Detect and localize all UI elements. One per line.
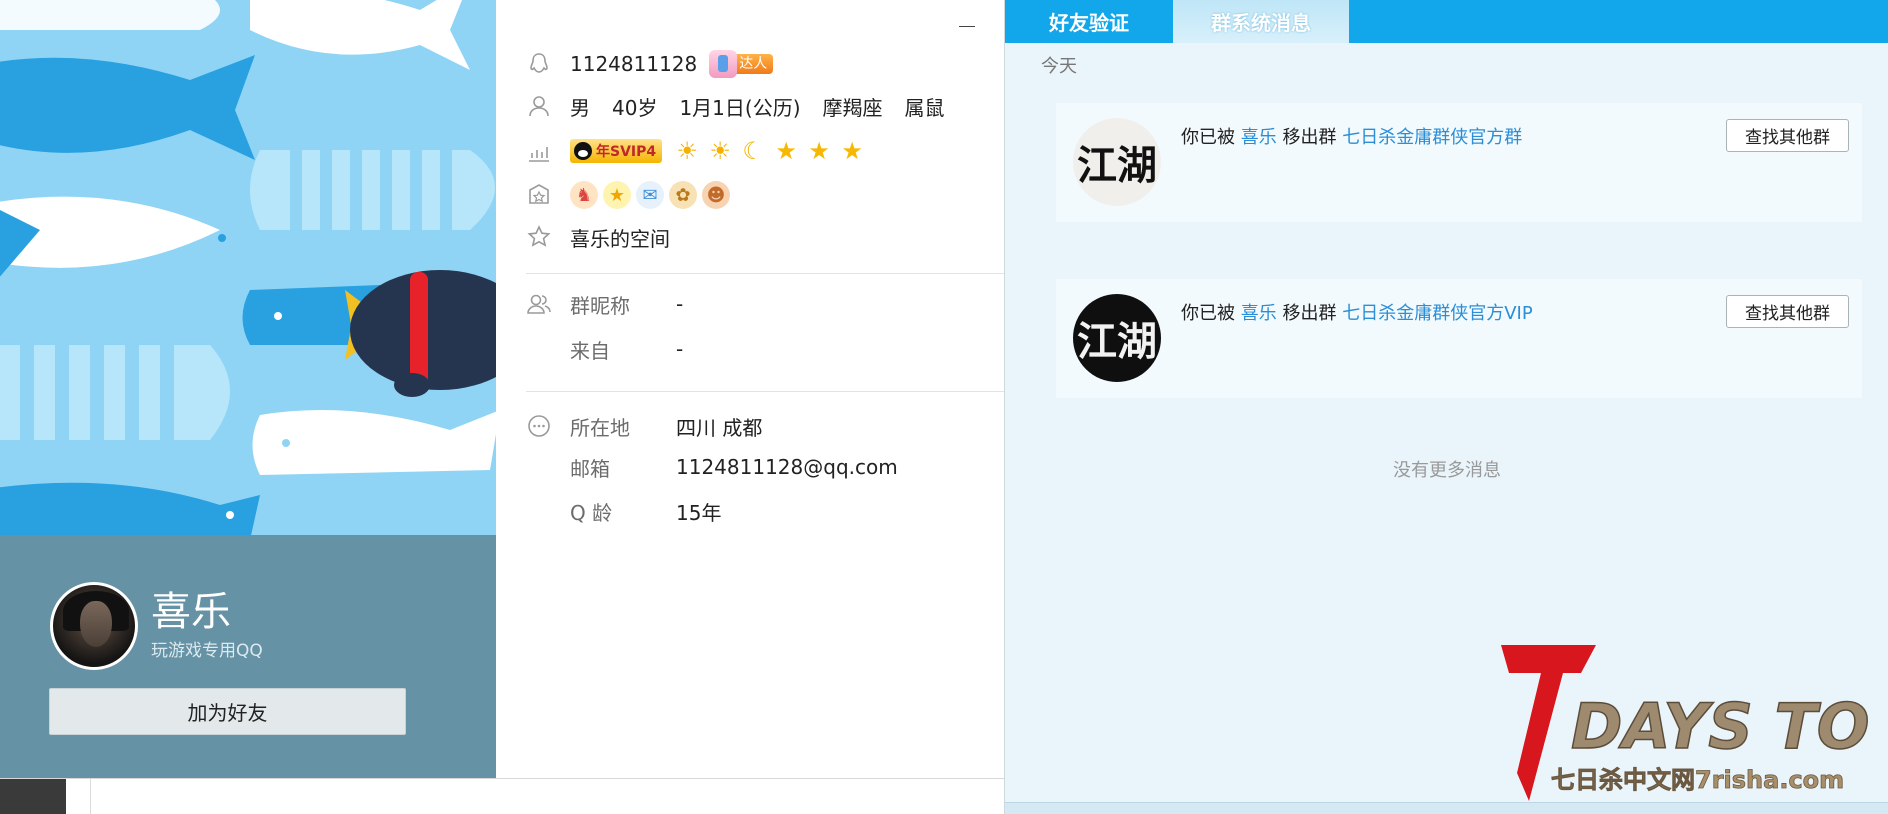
star-icon[interactable]: ★ [806, 138, 832, 164]
message-center-panel: 好友验证 群系统消息 今天 江湖 你已被 喜乐 移出群 七日杀金庸群侠官方群 查… [1004, 0, 1888, 814]
moon-icon[interactable]: ☾ [740, 138, 766, 164]
group-link[interactable]: 七日杀金庸群侠官方VIP [1342, 303, 1532, 324]
qage-label: Q 龄 [570, 500, 613, 525]
message-prefix: 你已被 [1181, 127, 1235, 148]
message-action: 移出群 [1282, 303, 1337, 324]
chinese-zodiac: 属鼠 [904, 95, 945, 120]
svip-badge[interactable]: 年SVIP4 [570, 139, 663, 163]
message-action: 移出群 [1282, 127, 1337, 148]
qage-row: Q 龄 15年 [526, 496, 721, 526]
qzone-row[interactable]: 喜乐的空间 [526, 222, 670, 252]
svip-penguin-icon [574, 142, 592, 160]
find-other-groups-button[interactable]: 查找其他群 [1726, 295, 1849, 328]
svip-badge-label: 年SVIP4 [596, 144, 657, 160]
email-label: 邮箱 [570, 456, 610, 481]
qage-value: 15年 [676, 500, 722, 525]
person-icon [526, 93, 552, 119]
no-more-messages: 没有更多消息 [1393, 460, 1501, 481]
level-row: 年SVIP4 ☀ ☀ ☾ ★ ★ ★ [526, 136, 872, 166]
pet-icon[interactable]: ✿ [669, 181, 697, 209]
mail-icon[interactable]: ✉ [636, 181, 664, 209]
sun-icon[interactable]: ☀ [674, 138, 700, 164]
game-icon[interactable]: ♞ [570, 181, 598, 209]
background-window-strip [0, 778, 1004, 814]
divider [526, 273, 1004, 274]
daren-badge[interactable]: 达人 [709, 50, 774, 78]
tab-bar: 好友验证 群系统消息 [1005, 0, 1888, 43]
watermark-logo: DAYS TO DIE 七日杀中文网7risha.com [1501, 645, 1881, 801]
more-circle-icon [526, 413, 552, 439]
profile-cover-image [0, 0, 496, 535]
group-avatar-text: 江湖 [1077, 142, 1157, 189]
yellow-star-icon[interactable]: ★ [603, 181, 631, 209]
qq-number-row: 1124811128 达人 [526, 49, 774, 79]
location-label: 所在地 [570, 415, 630, 440]
message-text: 你已被 喜乐 移出群 七日杀金庸群侠官方VIP [1181, 299, 1533, 325]
monkey-icon[interactable]: ☻ [702, 181, 730, 209]
user-avatar[interactable] [50, 582, 138, 670]
from-value: - [676, 337, 684, 361]
message-card: 江湖 你已被 喜乐 移出群 七日杀金庸群侠官方VIP 查找其他群 [1056, 279, 1862, 398]
tab-friend-verify[interactable]: 好友验证 [1005, 0, 1173, 43]
email-value[interactable]: 1124811128@qq.com [676, 455, 898, 479]
find-other-groups-button[interactable]: 查找其他群 [1726, 119, 1849, 152]
zodiac: 摩羯座 [822, 95, 883, 120]
nickname: 喜乐 [151, 589, 231, 635]
email-row: 邮箱 1124811128@qq.com [526, 452, 898, 482]
group-avatar[interactable]: 江湖 [1073, 294, 1161, 382]
services-row: ♞ ★ ✉ ✿ ☻ [526, 180, 735, 210]
gender: 男 [570, 95, 590, 120]
star-outline-icon [526, 224, 552, 250]
actor-link[interactable]: 喜乐 [1241, 127, 1277, 148]
watermark-site-text: 七日杀中文网7risha.com [1551, 766, 1844, 794]
group-nick-label: 群昵称 [570, 293, 630, 318]
tab-group-system-messages[interactable]: 群系统消息 [1173, 0, 1349, 43]
divider [526, 391, 1004, 392]
penguin-outline-icon [526, 51, 552, 77]
daren-badge-label: 达人 [733, 54, 774, 74]
watermark-logo-text: DAYS TO DIE [1571, 690, 1881, 763]
group-nick-row: 群昵称 - [526, 289, 683, 319]
panel-bottom-bar [1005, 802, 1888, 814]
profile-info-panel: 1124811128 达人 男 40岁 1月1日(公历) 摩羯座 属鼠 年SVI… [496, 0, 1004, 778]
message-text: 你已被 喜乐 移出群 七日杀金庸群侠官方群 [1181, 123, 1522, 149]
profile-card: 喜乐 玩游戏专用QQ 加为好友 [0, 0, 496, 778]
group-avatar-text: 江湖 [1077, 318, 1157, 365]
basic-info-row: 男 40岁 1月1日(公历) 摩羯座 属鼠 [526, 91, 945, 121]
location-row: 所在地 四川 成都 [526, 411, 762, 441]
level-chart-icon [526, 138, 552, 164]
star-icon[interactable]: ★ [839, 138, 865, 164]
qq-number: 1124811128 [570, 52, 698, 76]
star-icon[interactable]: ★ [773, 138, 799, 164]
sun-icon[interactable]: ☀ [707, 138, 733, 164]
daren-phone-icon [709, 50, 738, 78]
message-card: 江湖 你已被 喜乐 移出群 七日杀金庸群侠官方群 查找其他群 [1056, 103, 1862, 222]
from-label: 来自 [570, 338, 610, 363]
from-row: 来自 - [526, 334, 683, 364]
profile-summary: 喜乐 玩游戏专用QQ 加为好友 [0, 535, 496, 778]
message-prefix: 你已被 [1181, 303, 1235, 324]
add-friend-button[interactable]: 加为好友 [49, 688, 406, 735]
age: 40岁 [612, 95, 658, 120]
birthday: 1月1日(公历) [679, 95, 801, 120]
date-header: 今天 [1041, 56, 1077, 77]
actor-link[interactable]: 喜乐 [1241, 303, 1277, 324]
location-value: 四川 成都 [676, 415, 763, 440]
group-avatar[interactable]: 江湖 [1073, 118, 1161, 206]
qzone-link[interactable]: 喜乐的空间 [570, 223, 670, 252]
minimize-button[interactable] [956, 14, 978, 34]
group-link[interactable]: 七日杀金庸群侠官方群 [1342, 127, 1522, 148]
badge-outline-icon [526, 182, 552, 208]
people-icon [526, 291, 552, 317]
group-nick-value: - [676, 292, 684, 316]
signature: 玩游戏专用QQ [151, 641, 263, 661]
